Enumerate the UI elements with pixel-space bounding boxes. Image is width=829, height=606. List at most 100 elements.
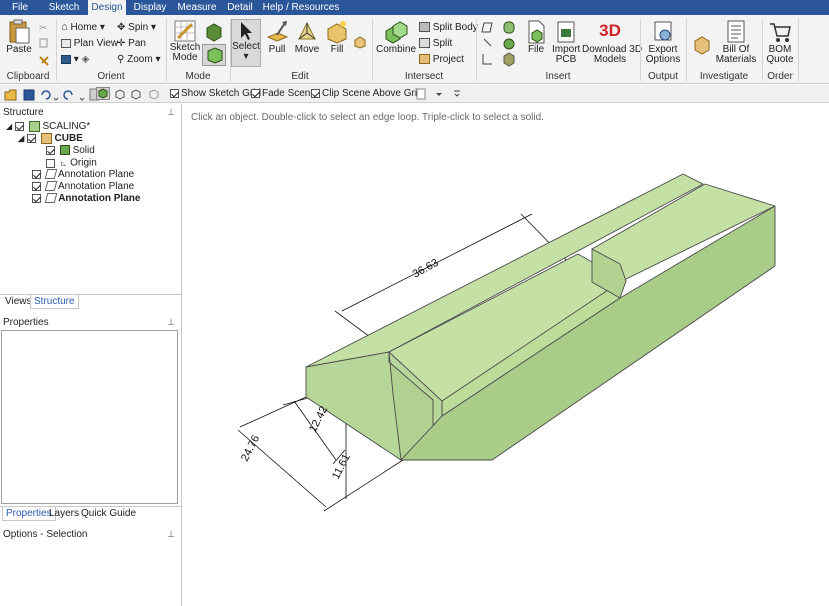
shopping-cart-icon (770, 23, 791, 42)
tree-node-annotation-plane[interactable]: Annotation Plane (32, 181, 134, 193)
options-title: Options - Selection (3, 529, 88, 540)
group-label-clipboard: Clipboard (6, 71, 50, 82)
split-label: Split (432, 38, 453, 49)
tab-design[interactable]: Design (88, 0, 126, 15)
move-button[interactable]: Move (293, 19, 321, 55)
bill-of-materials-icon (727, 20, 745, 43)
import-pcb-button[interactable]: Import PCB (552, 19, 580, 65)
tree-checkbox[interactable] (46, 158, 55, 168)
solid-display-button[interactable] (96, 87, 110, 100)
export-options-button[interactable]: Export Options (643, 19, 683, 65)
tab-file[interactable]: File (0, 0, 40, 15)
insert-primitives-icons[interactable] (480, 20, 520, 68)
clipboard-small-icons[interactable]: ✂ (38, 21, 50, 67)
paste-button[interactable]: Paste (4, 19, 34, 55)
collapse-arrow-icon[interactable]: ◢ (6, 122, 12, 131)
tree-label: CUBE (54, 133, 83, 145)
pull-button[interactable]: Pull (264, 19, 290, 55)
tree-node-annotation-plane-active[interactable]: Annotation Plane (32, 193, 140, 205)
pull-icon (266, 21, 289, 42)
tree-checkbox[interactable] (32, 181, 41, 191)
model-scene[interactable]: 36.63 24.76 12.42 11.61 (183, 104, 829, 606)
fade-scene-checkbox[interactable] (251, 88, 260, 98)
3d-mode-button[interactable] (202, 44, 226, 66)
bill-of-materials-button[interactable]: Bill Of Materials (714, 19, 758, 65)
structure-panel-title: Structure ⊥ (0, 106, 181, 119)
spin-button[interactable]: ✥ Spin ▾ (117, 20, 156, 35)
tree-checkbox[interactable] (26, 134, 36, 143)
show-sketch-grid-label: Show Sketch Grid (181, 88, 262, 99)
select-button[interactable]: Select ▾ (231, 19, 261, 67)
edit-extra-icon[interactable] (353, 35, 367, 49)
clip-scene-toggle[interactable]: Clip Scene Above Grid (311, 87, 423, 101)
properties-tab-strip: Properties Layers Quick Guide (0, 506, 181, 521)
tab-layers[interactable]: Layers (46, 507, 82, 521)
home-icon: ⌂ (61, 21, 68, 33)
insert-file-button[interactable]: File (523, 19, 549, 55)
plan-view-button[interactable]: Plan View (61, 36, 118, 51)
tab-quick-guide[interactable]: Quick Guide (78, 507, 139, 521)
split-button[interactable]: Split (419, 36, 452, 51)
pan-button[interactable]: ✛ Pan (117, 36, 146, 51)
project-button[interactable]: Project (419, 52, 464, 67)
collapse-arrow-icon[interactable]: ◢ (18, 134, 24, 143)
show-sketch-grid-toggle[interactable]: Show Sketch Grid (170, 87, 261, 101)
tree-checkbox[interactable] (14, 122, 24, 131)
tree-checkbox[interactable] (32, 169, 41, 179)
tree-node-root[interactable]: ◢ SCALING* (6, 121, 90, 133)
solid-body[interactable] (305, 173, 776, 461)
dim-label-36-63: 36.63 (411, 257, 441, 281)
fade-scene-toggle[interactable]: Fade Scene (251, 87, 316, 101)
combine-button[interactable]: Combine (376, 19, 416, 55)
tree-node-origin[interactable]: ⊾ Origin (46, 157, 97, 169)
tree-node-annotation-plane[interactable]: Annotation Plane (32, 169, 134, 181)
tree-label: Annotation Plane (58, 181, 135, 192)
bom-quote-button[interactable]: BOM Quote (765, 19, 795, 65)
project-icon (419, 54, 430, 65)
tab-detail[interactable]: Detail (222, 0, 258, 15)
tree-node-solid[interactable]: Solid (46, 145, 95, 157)
quick-access-icons[interactable] (4, 88, 100, 101)
tree-checkbox[interactable] (32, 193, 41, 203)
tree-checkbox[interactable] (46, 145, 55, 155)
display-style-icons[interactable] (114, 88, 166, 101)
split-icon (419, 38, 430, 49)
3d-mode-icon (207, 47, 223, 64)
design-viewport[interactable]: Click an object. Double-click to select … (183, 104, 829, 606)
split-body-label: Split Body (432, 22, 478, 33)
annotation-plane-icon (44, 181, 58, 192)
tab-display[interactable]: Display (128, 0, 172, 15)
tab-measure[interactable]: Measure (174, 0, 220, 15)
show-sketch-grid-checkbox[interactable] (170, 88, 179, 98)
split-body-button[interactable]: Split Body (419, 20, 478, 35)
file-icon (528, 20, 545, 44)
sketch-mode-button[interactable]: Sketch Mode (169, 19, 201, 63)
tab-structure[interactable]: Structure (30, 295, 79, 309)
home-label: Home (70, 22, 98, 34)
menu-bar: File Sketch Design Display Measure Detai… (0, 0, 829, 15)
tab-sketch[interactable]: Sketch (42, 0, 86, 15)
group-label-edit: Edit (291, 71, 309, 82)
toolbar-overflow-icons[interactable] (416, 88, 464, 101)
pin-icon[interactable]: ⊥ (167, 106, 175, 119)
section-mode-icon[interactable] (203, 22, 225, 42)
pin-icon[interactable]: ⊥ (167, 316, 175, 329)
properties-grid[interactable] (1, 330, 178, 504)
zoom-button[interactable]: ⚲ Zoom ▾ (117, 52, 160, 67)
download-3d-models-button[interactable]: 3D Download 3D Models (582, 19, 642, 65)
view-cube-button[interactable]: ▾ ◈ (61, 52, 89, 67)
download-3d-icon: 3D (599, 21, 621, 40)
select-dropdown-icon: ▾ (243, 51, 249, 62)
clip-scene-checkbox[interactable] (311, 88, 320, 98)
pull-label: Pull (268, 44, 286, 55)
app-window: File Sketch Design Display Measure Detai… (0, 0, 829, 606)
tab-help[interactable]: Help / Resources (262, 0, 340, 15)
component-icon (40, 133, 52, 144)
home-button[interactable]: ⌂ Home ▾ (61, 20, 105, 35)
investigate-icon[interactable] (692, 33, 712, 55)
tree-label: SCALING* (42, 121, 91, 133)
fill-label: Fill (330, 44, 344, 55)
tree-node-cube[interactable]: ◢ CUBE (18, 133, 83, 145)
fill-button[interactable]: Fill (324, 19, 350, 55)
pin-icon[interactable]: ⊥ (167, 528, 175, 541)
